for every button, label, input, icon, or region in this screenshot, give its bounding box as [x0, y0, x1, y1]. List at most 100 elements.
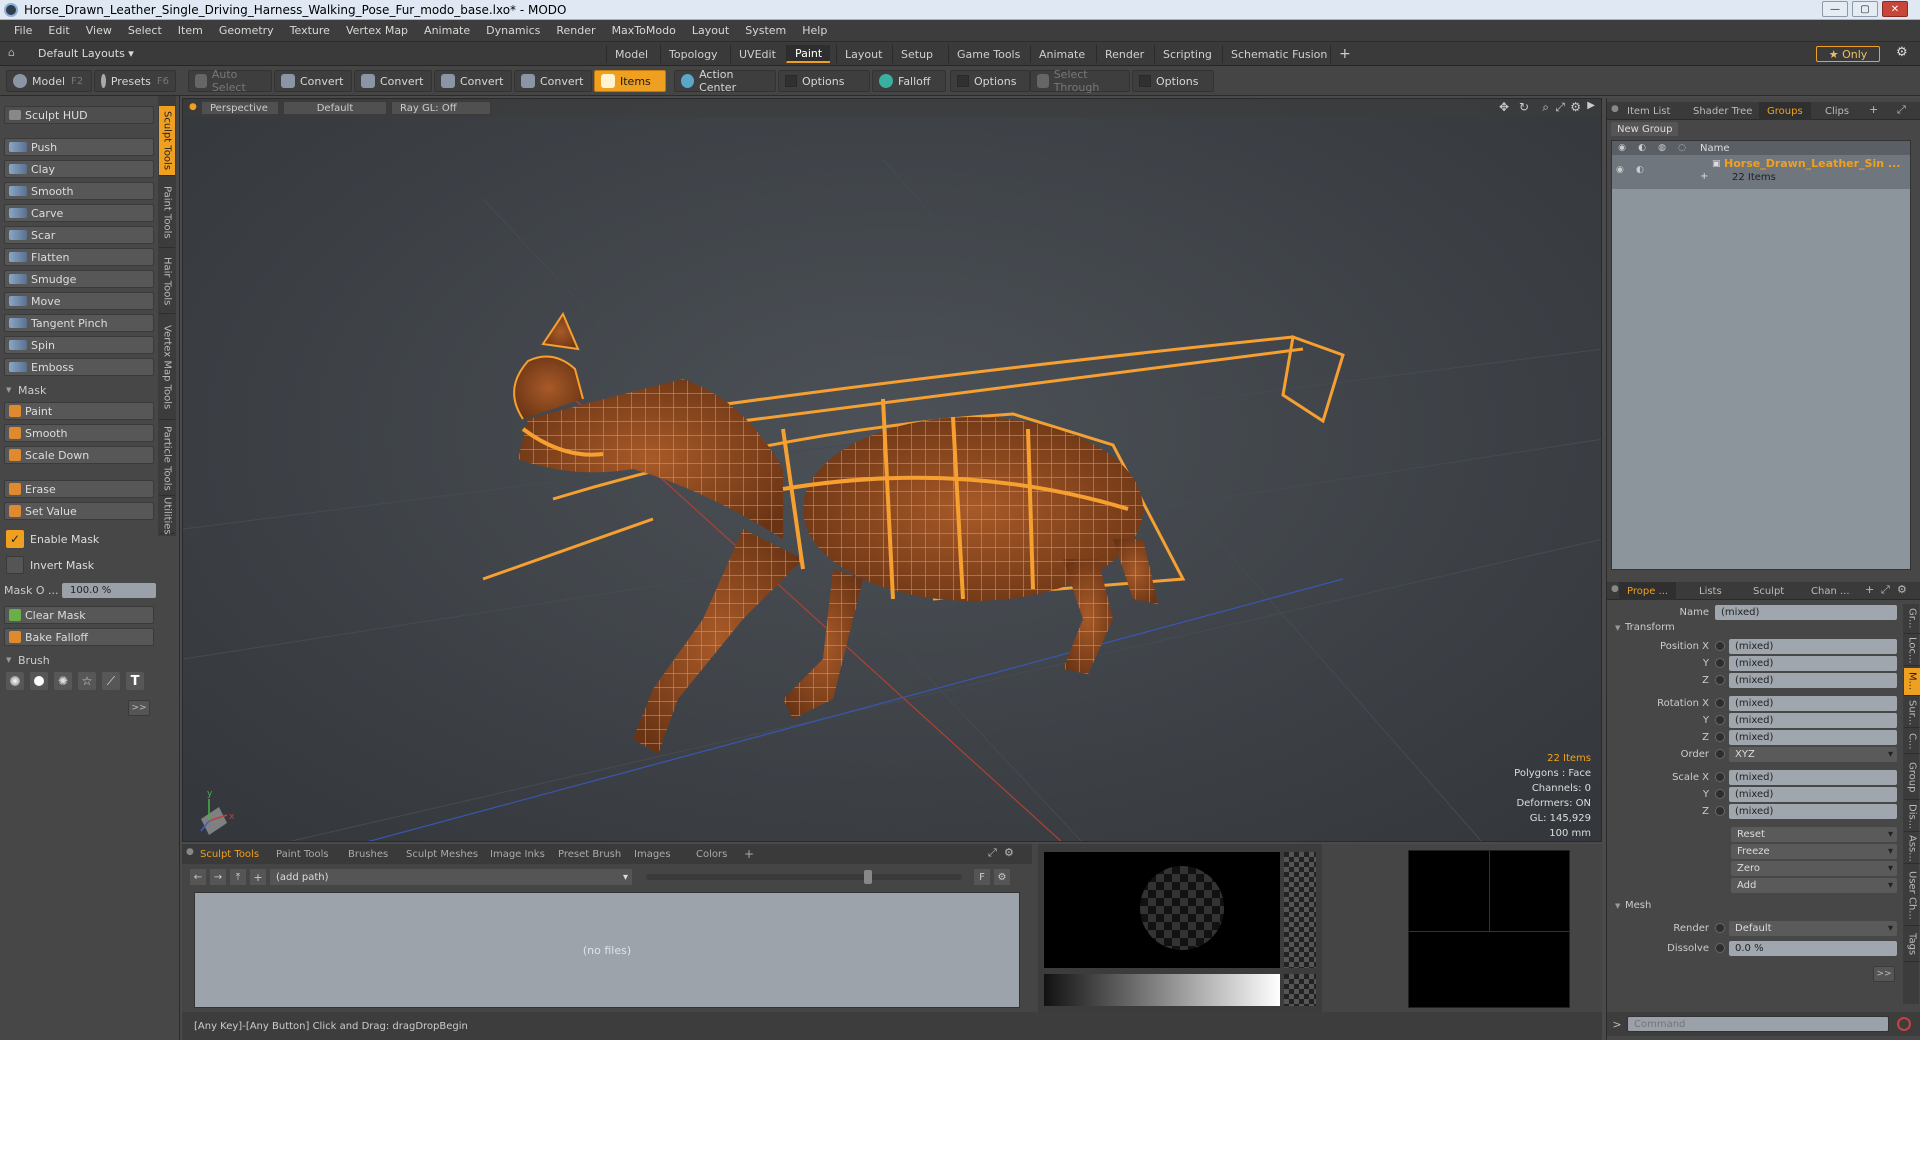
maximize-button[interactable]: ▢	[1852, 1, 1878, 17]
side-tab-paint-tools[interactable]: Paint Tools	[159, 178, 175, 248]
menu-geometry[interactable]: Geometry	[211, 24, 282, 37]
3d-viewport[interactable]: ● Perspective Default Ray GL: Off ✥ ↻ ⌕ …	[182, 98, 1602, 842]
presets-button[interactable]: Presets F6	[94, 70, 176, 92]
layout-gear-icon[interactable]: ⚙	[1896, 45, 1908, 60]
forward-arrow-icon[interactable]: →	[210, 869, 226, 885]
scale-z-field[interactable]: (mixed)	[1729, 803, 1897, 819]
side-tab-m[interactable]: M...	[1904, 668, 1920, 696]
tab-uvedit[interactable]: UVEdit	[730, 45, 784, 63]
file-browser-area[interactable]: (no files)	[194, 892, 1020, 1008]
order-dropdown[interactable]: XYZ	[1729, 746, 1897, 762]
menu-layout[interactable]: Layout	[684, 24, 737, 37]
scale-x-field[interactable]: (mixed)	[1729, 769, 1897, 785]
falloff-button[interactable]: Falloff	[872, 70, 946, 92]
back-arrow-icon[interactable]: ←	[190, 869, 206, 885]
tab-model[interactable]: Model	[606, 45, 656, 63]
animate-dot-icon[interactable]	[1715, 789, 1725, 799]
mask-section-header[interactable]: Mask	[4, 382, 154, 398]
animate-dot-icon[interactable]	[1715, 675, 1725, 685]
add-properties-tab-icon[interactable]: +	[1865, 583, 1874, 596]
tool-move[interactable]: Move	[4, 292, 154, 310]
panel-menu-icon[interactable]: ●	[1611, 104, 1619, 114]
visibility-eye-icon[interactable]: ◉	[1612, 143, 1632, 153]
action-center-options-button[interactable]: Options	[778, 70, 870, 92]
brush-section-header[interactable]: Brush	[4, 652, 154, 668]
freeze-dropdown[interactable]: Freeze	[1731, 843, 1897, 859]
mask-paint-button[interactable]: Paint	[4, 402, 154, 420]
menu-vertex-map[interactable]: Vertex Map	[338, 24, 416, 37]
side-tab-vertex-map-tools[interactable]: Vertex Map Tools	[159, 316, 175, 420]
tab-colors[interactable]: Colors	[690, 846, 733, 862]
only-toggle[interactable]: ★ Only	[1816, 46, 1880, 62]
tab-game-tools[interactable]: Game Tools	[948, 45, 1028, 63]
select-options-button[interactable]: Options	[1132, 70, 1214, 92]
menu-maxtomodo[interactable]: MaxToModo	[604, 24, 684, 37]
group-render-icon[interactable]: ◐	[1636, 165, 1644, 175]
tab-sculpt[interactable]: Sculpt	[1745, 582, 1792, 600]
properties-menu-icon[interactable]: ●	[1611, 584, 1619, 594]
default-layouts-dropdown[interactable]: Default Layouts ▾	[38, 47, 134, 60]
sculpt-hud-button[interactable]: Sculpt HUD	[4, 106, 154, 124]
position-x-field[interactable]: (mixed)	[1729, 638, 1897, 654]
tab-shader-tree[interactable]: Shader Tree	[1685, 102, 1760, 120]
menu-edit[interactable]: Edit	[40, 24, 77, 37]
tool-smooth[interactable]: Smooth	[4, 182, 154, 200]
menu-help[interactable]: Help	[794, 24, 835, 37]
menu-select[interactable]: Select	[120, 24, 170, 37]
image-brush-icon[interactable]: ⟋	[102, 672, 120, 690]
side-tab-tags[interactable]: Tags	[1904, 928, 1920, 962]
tab-schematic-fusion[interactable]: Schematic Fusion	[1222, 45, 1335, 63]
tool-carve[interactable]: Carve	[4, 204, 154, 222]
tab-sculpt-meshes[interactable]: Sculpt Meshes	[400, 846, 484, 862]
tab-render[interactable]: Render	[1096, 45, 1152, 63]
position-y-field[interactable]: (mixed)	[1729, 655, 1897, 671]
side-tab-group[interactable]: Group	[1904, 756, 1920, 800]
up-folder-icon[interactable]: ⤒	[230, 869, 246, 885]
animate-dot-icon[interactable]	[1715, 749, 1725, 759]
falloff-options-checkbox[interactable]	[957, 75, 969, 87]
mesh-section-header[interactable]: Mesh	[1613, 900, 1763, 914]
menu-file[interactable]: File	[6, 24, 40, 37]
menu-dynamics[interactable]: Dynamics	[478, 24, 548, 37]
transform-collapse-icon[interactable]: ▼	[1615, 624, 1620, 632]
side-tab-ass[interactable]: Ass...	[1904, 834, 1920, 864]
animate-dot-icon[interactable]	[1715, 715, 1725, 725]
options-checkbox[interactable]	[785, 75, 797, 87]
tab-lists[interactable]: Lists	[1691, 582, 1730, 600]
tab-channels[interactable]: Chan ...	[1803, 582, 1858, 600]
bottom-menu-icon[interactable]: ●	[186, 847, 194, 857]
procedural-brush-icon[interactable]: ✺	[54, 672, 72, 690]
close-button[interactable]: ✕	[1882, 1, 1908, 17]
tab-brushes[interactable]: Brushes	[342, 846, 394, 862]
tool-clay[interactable]: Clay	[4, 160, 154, 178]
render-icon[interactable]: ◐	[1632, 143, 1652, 153]
position-z-field[interactable]: (mixed)	[1729, 672, 1897, 688]
menu-item[interactable]: Item	[170, 24, 211, 37]
convert-edges-button[interactable]: Convert	[354, 70, 432, 92]
falloff-options-button[interactable]: Options	[950, 70, 1030, 92]
expand-properties-icon[interactable]: ⤢	[1881, 583, 1890, 597]
add-tab-icon[interactable]: +	[1869, 103, 1878, 116]
new-group-button[interactable]: New Group	[1611, 122, 1679, 136]
menu-animate[interactable]: Animate	[416, 24, 478, 37]
convert-materials-button[interactable]: Convert	[514, 70, 592, 92]
group-visibility-icon[interactable]: ◉	[1616, 165, 1624, 175]
menu-view[interactable]: View	[78, 24, 120, 37]
select-through-button[interactable]: Select Through	[1030, 68, 1130, 94]
tab-item-list[interactable]: Item List	[1619, 102, 1678, 120]
reset-dropdown[interactable]: Reset	[1731, 826, 1897, 842]
side-tab-c[interactable]: C...	[1904, 730, 1920, 754]
side-tab-loc[interactable]: Loc...	[1904, 636, 1920, 666]
tab-images[interactable]: Images	[628, 846, 677, 862]
more-button[interactable]: >>	[128, 700, 150, 716]
add-dropdown[interactable]: Add	[1731, 877, 1897, 893]
animate-dot-icon[interactable]	[1715, 641, 1725, 651]
side-tab-particle-tools[interactable]: Particle Tools	[159, 422, 175, 496]
bake-falloff-button[interactable]: Bake Falloff	[4, 628, 154, 646]
items-mode-button[interactable]: Items	[594, 70, 666, 92]
menu-system[interactable]: System	[737, 24, 794, 37]
expand-panel-icon[interactable]: ⤢	[1897, 103, 1906, 117]
mask-smooth-button[interactable]: Smooth	[4, 424, 154, 442]
select-icon[interactable]: ◌	[1672, 143, 1692, 153]
select-options-checkbox[interactable]	[1139, 75, 1151, 87]
